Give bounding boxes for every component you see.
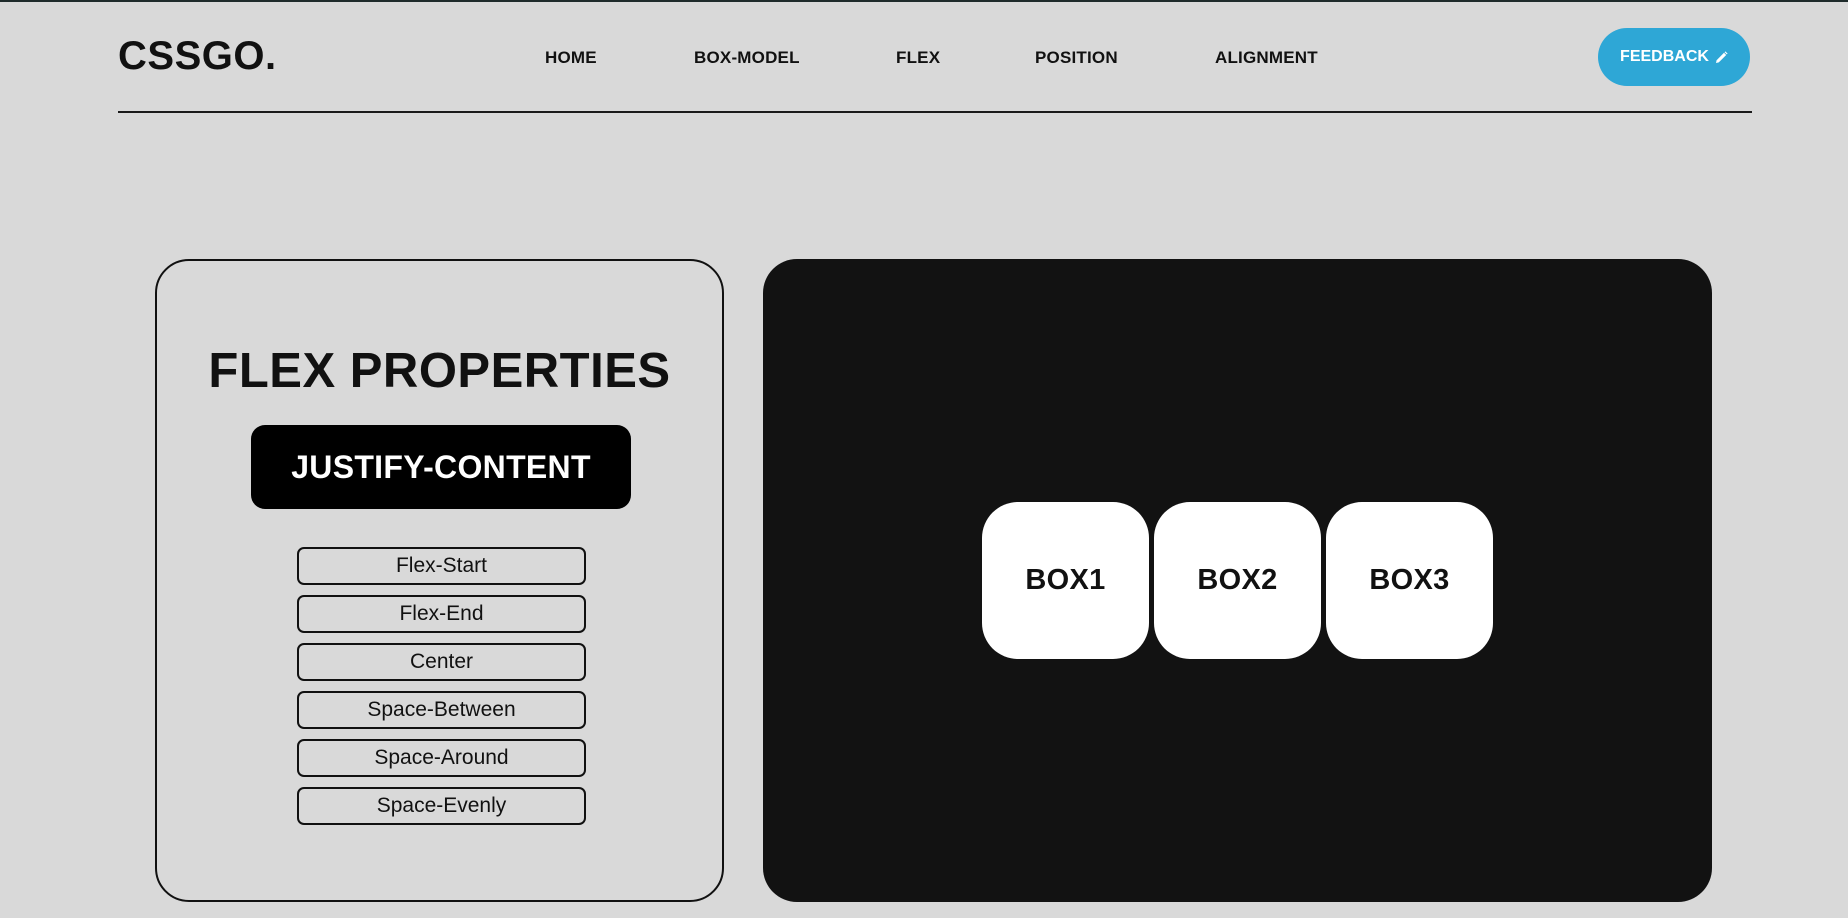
option-space-around-button[interactable]: Space-Around <box>297 739 586 777</box>
feedback-button[interactable]: FEEDBACK <box>1598 28 1750 86</box>
option-center-button[interactable]: Center <box>297 643 586 681</box>
nav-item-position[interactable]: POSITION <box>1035 48 1118 68</box>
justify-options: Flex-Start Flex-End Center Space-Between… <box>297 547 586 835</box>
site-header: CSSGO. HOME BOX-MODEL FLEX POSITION ALIG… <box>118 0 1752 113</box>
option-flex-end-button[interactable]: Flex-End <box>297 595 586 633</box>
box-1: BOX1 <box>982 502 1149 659</box>
feedback-label: FEEDBACK <box>1620 48 1709 65</box>
property-badge: JUSTIFY-CONTENT <box>251 425 631 509</box>
nav-item-home[interactable]: HOME <box>545 48 597 68</box>
flex-container: BOX1 BOX2 BOX3 <box>763 502 1712 659</box>
nav-item-box-model[interactable]: BOX-MODEL <box>694 48 800 68</box>
flex-preview-panel: BOX1 BOX2 BOX3 <box>763 259 1712 902</box>
option-flex-start-button[interactable]: Flex-Start <box>297 547 586 585</box>
box-3: BOX3 <box>1326 502 1493 659</box>
panel-title: FLEX PROPERTIES <box>208 344 671 398</box>
option-space-between-button[interactable]: Space-Between <box>297 691 586 729</box>
box-2: BOX2 <box>1154 502 1321 659</box>
option-space-evenly-button[interactable]: Space-Evenly <box>297 787 586 825</box>
pencil-icon <box>1715 50 1728 64</box>
main-nav: HOME BOX-MODEL FLEX POSITION ALIGNMENT <box>118 48 1752 68</box>
nav-item-alignment[interactable]: ALIGNMENT <box>1215 48 1318 68</box>
flex-properties-panel: FLEX PROPERTIES JUSTIFY-CONTENT Flex-Sta… <box>155 259 724 902</box>
nav-item-flex[interactable]: FLEX <box>896 48 940 68</box>
